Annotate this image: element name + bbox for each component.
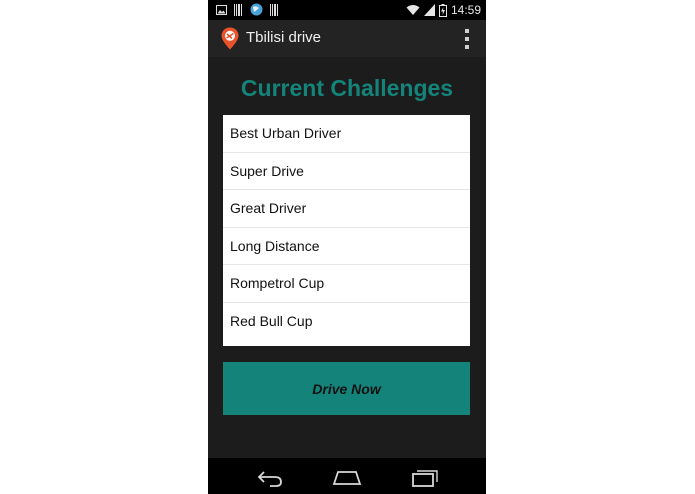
system-status: 14:59 xyxy=(406,2,481,18)
map-pin-logo-icon[interactable] xyxy=(221,27,239,50)
battery-icon xyxy=(438,3,447,17)
list-item[interactable]: Long Distance xyxy=(223,228,470,265)
page-title: Current Challenges xyxy=(240,75,454,101)
list-item[interactable]: Rompetrol Cup xyxy=(223,265,470,303)
picture-icon xyxy=(216,4,227,15)
back-icon[interactable] xyxy=(255,467,285,487)
list-item[interactable]: Red Bull Cup xyxy=(223,303,470,341)
clock: 14:59 xyxy=(450,3,481,17)
status-bar: 14:59 xyxy=(208,0,486,20)
list-item[interactable]: Great Driver xyxy=(223,190,470,228)
challenges-list: Best Urban Driver Super Drive Great Driv… xyxy=(223,115,470,346)
action-bar: Tbilisi drive xyxy=(208,20,486,57)
drive-now-button[interactable]: Drive Now xyxy=(223,362,470,415)
wifi-icon xyxy=(406,5,420,15)
list-item[interactable]: Super Drive xyxy=(223,153,470,190)
navigation-bar xyxy=(208,458,486,494)
recents-icon[interactable] xyxy=(409,467,439,487)
notification-icons xyxy=(216,3,279,16)
barcode-icon xyxy=(270,3,278,16)
list-item[interactable]: Best Urban Driver xyxy=(223,115,470,153)
app-title: Tbilisi drive xyxy=(246,29,322,46)
barcode-icon xyxy=(234,3,242,16)
overflow-menu-icon[interactable] xyxy=(464,29,470,49)
home-icon[interactable] xyxy=(332,467,362,487)
globe-icon xyxy=(250,3,263,16)
signal-icon xyxy=(423,4,435,16)
phone-screen: 14:59 Tbilisi drive Current Challenges B… xyxy=(208,0,486,494)
